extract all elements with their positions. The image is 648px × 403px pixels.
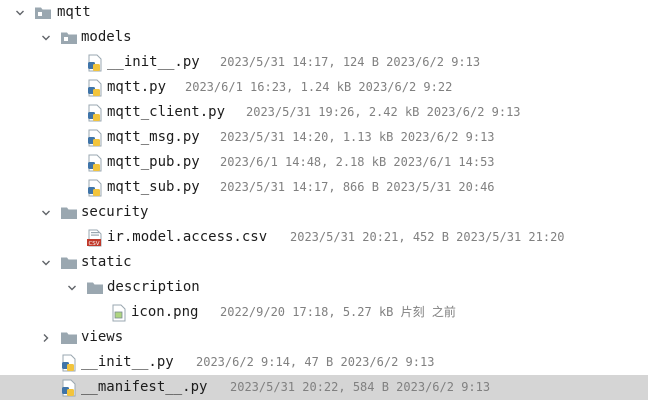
file-metadata: 2022/9/20 17:18, 5.27 kB 片刻 之前 [220, 305, 456, 319]
chevron-down-icon[interactable] [64, 275, 80, 300]
tree-folder-row[interactable]: description [0, 275, 648, 300]
tree-file-row[interactable]: mqtt.py 2023/6/1 16:23, 1.24 kB 2023/6/2 … [0, 75, 648, 100]
tree-item-label: static [81, 254, 132, 270]
package-folder-icon [60, 29, 78, 47]
tree-file-row[interactable]: __init__.py 2023/5/31 14:17, 124 B 2023/6… [0, 50, 648, 75]
tree-item-label: description [107, 279, 200, 295]
file-metadata: 2023/5/31 14:17, 866 B 2023/5/31 20:46 [220, 180, 495, 194]
svg-text:CSV: CSV [88, 241, 99, 247]
tree-folder-row[interactable]: mqtt [0, 0, 648, 25]
tree-file-row[interactable]: CSV ir.model.access.csv 2023/5/31 20:21, … [0, 225, 648, 250]
tree-file-row[interactable]: mqtt_sub.py 2023/5/31 14:17, 866 B 2023/5… [0, 175, 648, 200]
file-metadata: 2023/5/31 20:22, 584 B 2023/6/2 9:13 [230, 380, 491, 394]
tree-file-row[interactable]: icon.png 2022/9/20 17:18, 5.27 kB 片刻 之前 [0, 300, 648, 325]
tree-item-label: security [81, 204, 149, 220]
python-file-icon [86, 54, 104, 72]
python-file-icon [86, 104, 104, 122]
file-metadata: 2023/6/1 16:23, 1.24 kB 2023/6/2 9:22 [185, 80, 453, 94]
tree-folder-row[interactable]: models [0, 25, 648, 50]
chevron-down-icon[interactable] [38, 250, 54, 275]
tree-item-label: mqtt_msg.py [107, 129, 200, 145]
csv-file-icon: CSV [86, 229, 104, 247]
image-file-icon [110, 304, 128, 322]
file-metadata: 2023/5/31 14:20, 1.13 kB 2023/6/2 9:13 [220, 130, 495, 144]
tree-item-label: __init__.py [81, 354, 174, 370]
tree-file-row[interactable]: __manifest__.py 2023/5/31 20:22, 584 B 20… [0, 375, 648, 400]
python-file-icon [60, 354, 78, 372]
tree-folder-row[interactable]: views [0, 325, 648, 350]
tree-item-label: mqtt_sub.py [107, 179, 200, 195]
folder-icon [60, 254, 78, 272]
folder-icon [60, 204, 78, 222]
tree-file-row[interactable]: mqtt_client.py 2023/5/31 19:26, 2.42 kB 2… [0, 100, 648, 125]
chevron-down-icon[interactable] [38, 200, 54, 225]
file-metadata: 2023/5/31 19:26, 2.42 kB 2023/6/2 9:13 [246, 105, 521, 119]
tree-item-label: mqtt.py [107, 79, 167, 95]
chevron-down-icon[interactable] [38, 25, 54, 50]
folder-icon [60, 329, 78, 347]
tree-item-label: views [81, 329, 124, 345]
tree-item-label: __init__.py [107, 54, 200, 70]
tree-file-row[interactable]: __init__.py 2023/6/2 9:14, 47 B 2023/6/2 … [0, 350, 648, 375]
tree-item-label: ir.model.access.csv [107, 229, 268, 245]
file-metadata: 2023/5/31 14:17, 124 B 2023/6/2 9:13 [220, 55, 481, 69]
tree-item-label: mqtt_client.py [107, 104, 226, 120]
python-file-icon [86, 79, 104, 97]
python-file-icon [60, 379, 78, 397]
python-file-icon [86, 129, 104, 147]
tree-item-label: models [81, 29, 132, 45]
folder-icon [86, 279, 104, 297]
file-metadata: 2023/6/1 14:48, 2.18 kB 2023/6/1 14:53 [220, 155, 495, 169]
file-metadata: 2023/6/2 9:14, 47 B 2023/6/2 9:13 [196, 355, 435, 369]
package-folder-icon [34, 4, 52, 22]
tree-item-label: mqtt [57, 4, 91, 20]
python-file-icon [86, 179, 104, 197]
tree-item-label: icon.png [131, 304, 199, 320]
tree-item-label: __manifest__.py [81, 379, 208, 395]
tree-file-row[interactable]: mqtt_msg.py 2023/5/31 14:20, 1.13 kB 2023… [0, 125, 648, 150]
tree-file-row[interactable]: mqtt_pub.py 2023/6/1 14:48, 2.18 kB 2023/… [0, 150, 648, 175]
chevron-down-icon[interactable] [12, 0, 28, 25]
chevron-right-icon[interactable] [38, 325, 54, 350]
project-tree: mqtt models __init__.py 2023/5/31 14:17, … [0, 0, 648, 403]
python-file-icon [86, 154, 104, 172]
file-metadata: 2023/5/31 20:21, 452 B 2023/5/31 21:20 [290, 230, 565, 244]
tree-folder-row[interactable]: static [0, 250, 648, 275]
tree-folder-row[interactable]: security [0, 200, 648, 225]
tree-item-label: mqtt_pub.py [107, 154, 200, 170]
